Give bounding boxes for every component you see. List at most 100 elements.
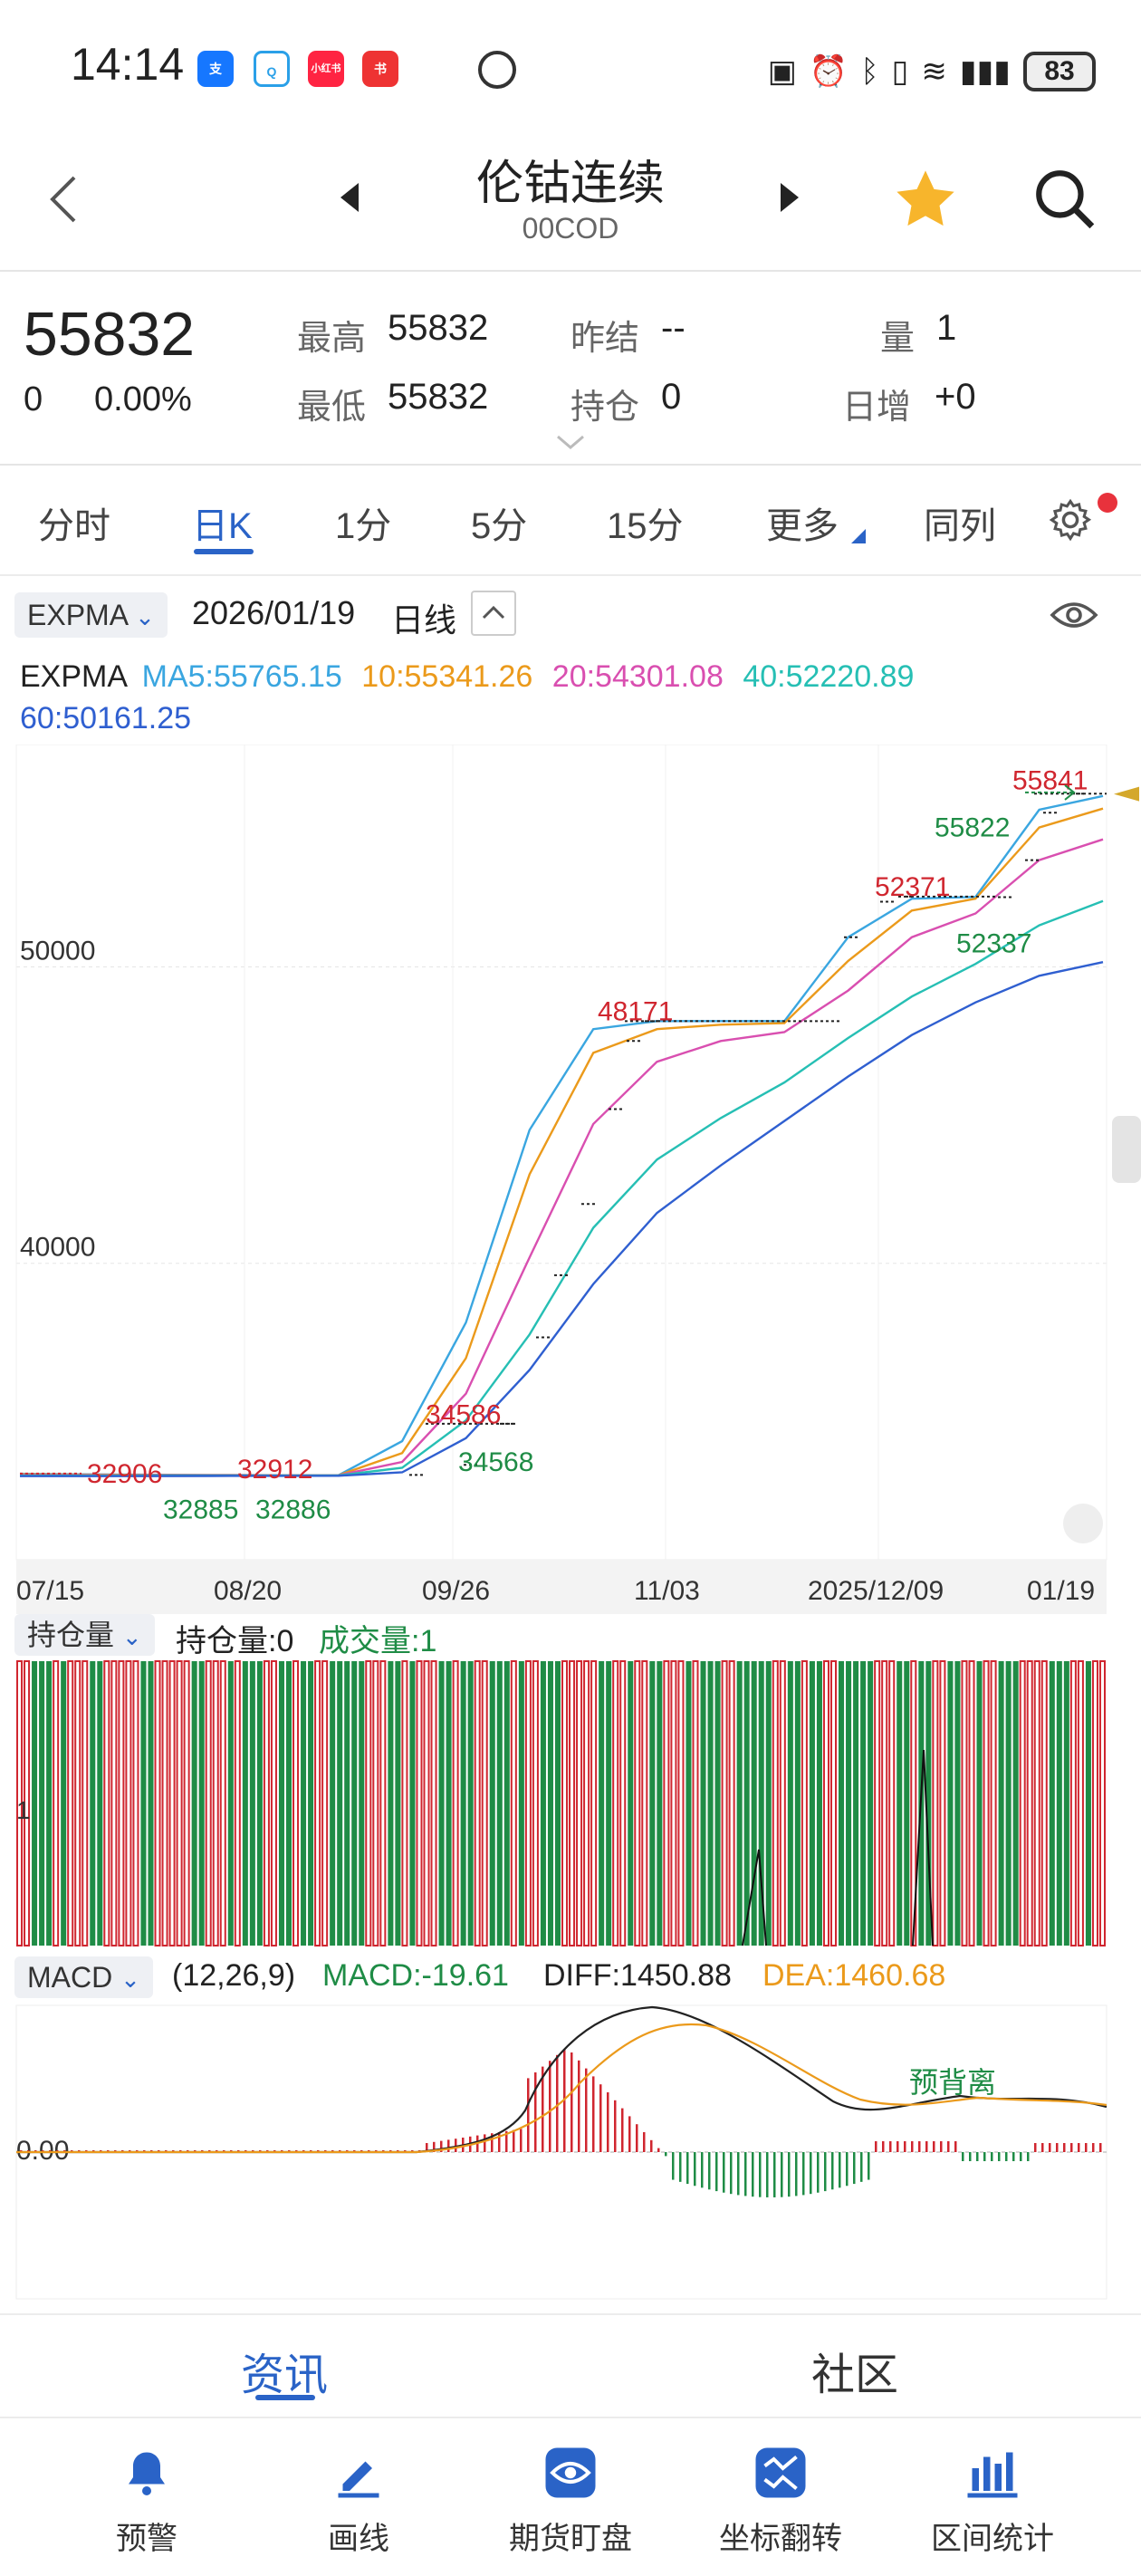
macd-histogram-bar bbox=[715, 2152, 718, 2192]
nfc-icon: ▣ bbox=[767, 54, 797, 89]
volume-bar bbox=[148, 1661, 154, 1946]
tab-15min[interactable]: 15分 bbox=[607, 496, 684, 549]
macd-histogram-bar bbox=[839, 2152, 841, 2188]
volume-bar bbox=[743, 1661, 750, 1946]
macd-histogram-bar bbox=[1034, 2143, 1037, 2152]
macd-chart[interactable]: 0.00预背离 bbox=[0, 2002, 1141, 2302]
chart-frame bbox=[15, 745, 1107, 1561]
volume-bar bbox=[816, 1661, 822, 1946]
volume-bar bbox=[359, 1661, 365, 1946]
macd-histogram-bar bbox=[1078, 2143, 1080, 2152]
ma-legend-prefix: EXPMA bbox=[20, 659, 127, 694]
macd-histogram-bar bbox=[534, 2072, 537, 2152]
volume-selector-name: 持仓量 bbox=[27, 1619, 115, 1651]
volume-bar bbox=[489, 1661, 495, 1946]
x-tick-label: 08/20 bbox=[214, 1576, 282, 1606]
volume-bar bbox=[707, 1661, 714, 1946]
nav-draw[interactable]: 画线 bbox=[277, 2446, 440, 2558]
prev-contract-icon[interactable] bbox=[340, 183, 359, 212]
macd-indicator-selector[interactable]: MACD ⌄ bbox=[14, 1956, 153, 1998]
star-icon[interactable] bbox=[891, 165, 960, 234]
back-icon[interactable] bbox=[45, 172, 82, 226]
volume-bar bbox=[554, 1661, 561, 1946]
macd-histogram-bar bbox=[759, 2152, 762, 2197]
volume-bar bbox=[301, 1661, 307, 1946]
nav-flip-axis[interactable]: 坐标翻转 bbox=[699, 2446, 862, 2558]
status-bar: 14:14 支 Q 小红书 书 ▣ ⏰ ᛒ ▯ ≋ ▮▮▮ 83 bbox=[0, 0, 1141, 136]
macd-histogram-bar bbox=[991, 2152, 993, 2161]
macd-value: MACD:-19.61 bbox=[322, 1958, 509, 1993]
tab-daily-k[interactable]: 日K bbox=[192, 496, 253, 549]
macd-histogram-bar bbox=[1049, 2143, 1051, 2152]
nav-alert[interactable]: 预警 bbox=[65, 2446, 228, 2558]
macd-histogram-bar bbox=[976, 2152, 979, 2161]
macd-histogram-bar bbox=[925, 2141, 928, 2152]
tab-more[interactable]: 更多 bbox=[766, 496, 839, 549]
volume-value: 1 bbox=[936, 308, 957, 348]
macd-histogram-bar bbox=[570, 2052, 573, 2152]
tab-news[interactable]: 资讯 bbox=[241, 2339, 328, 2402]
volume-chart[interactable]: 1 bbox=[0, 1659, 1141, 1953]
volume-bar bbox=[46, 1661, 53, 1946]
macd-histogram-bar bbox=[1092, 2143, 1095, 2152]
macd-histogram-bar bbox=[447, 2139, 450, 2152]
macd-histogram-bar bbox=[1085, 2143, 1088, 2152]
macd-histogram-bar bbox=[853, 2152, 856, 2185]
volume-bar bbox=[628, 1661, 634, 1946]
macd-histogram-bar bbox=[846, 2152, 849, 2187]
sync-icon bbox=[478, 51, 516, 89]
macd-histogram-bar bbox=[802, 2152, 805, 2196]
indicator-selector[interactable]: EXPMA ⌄ bbox=[14, 592, 168, 638]
price-annotation: 32912 bbox=[237, 1455, 312, 1485]
main-price-chart[interactable]: 50000 40000 07/15 08/20 09/26 11/03 2025/12/09… bbox=[0, 745, 1141, 1614]
volume-bar bbox=[540, 1661, 546, 1946]
status-right: ▣ ⏰ ᛒ ▯ ≋ ▮▮▮ 83 bbox=[768, 47, 1096, 96]
low-label: 最低 bbox=[297, 389, 367, 427]
volume-bar bbox=[1005, 1661, 1012, 1946]
volume-bar bbox=[285, 1661, 292, 1946]
nav-watch[interactable]: 期货盯盘 bbox=[489, 2446, 652, 2558]
tab-timeshare[interactable]: 分时 bbox=[38, 496, 110, 549]
x-tick-label: 11/03 bbox=[634, 1576, 700, 1606]
volume-bar bbox=[751, 1661, 757, 1946]
macd-histogram-bar bbox=[520, 2129, 523, 2152]
volume-bar bbox=[140, 1661, 147, 1946]
macd-histogram-bar bbox=[896, 2141, 899, 2152]
macd-histogram-bar bbox=[513, 2129, 515, 2152]
search-icon[interactable] bbox=[1031, 165, 1098, 232]
volume-bar bbox=[32, 1661, 38, 1946]
price-annotation: 55841 bbox=[1012, 765, 1088, 795]
macd-histogram-bar bbox=[744, 2152, 747, 2196]
ma60-value: 60:50161.25 bbox=[20, 701, 192, 735]
volume-bar bbox=[686, 1661, 692, 1946]
tab-1min[interactable]: 1分 bbox=[335, 496, 391, 549]
tab-same-list[interactable]: 同列 bbox=[924, 496, 996, 549]
qq-icon: Q bbox=[254, 51, 290, 87]
price-change-pct: 0.00% bbox=[94, 380, 192, 418]
price-annotation: 32906 bbox=[87, 1459, 162, 1489]
volume-bar bbox=[344, 1661, 350, 1946]
volume-bar bbox=[446, 1661, 452, 1946]
tab-community[interactable]: 社区 bbox=[811, 2339, 898, 2402]
expand-icon[interactable] bbox=[552, 431, 589, 453]
volume-indicator-selector[interactable]: 持仓量 ⌄ bbox=[14, 1614, 155, 1656]
eye-icon[interactable] bbox=[1049, 592, 1099, 638]
macd-selector-name: MACD bbox=[27, 1961, 113, 1994]
page-title: 伦钴连续 bbox=[475, 158, 665, 210]
chevron-down-icon: ⌄ bbox=[135, 603, 155, 630]
macd-histogram-bar bbox=[1056, 2143, 1059, 2152]
settings-gear-icon[interactable] bbox=[1047, 496, 1094, 543]
macd-histogram-bar bbox=[730, 2152, 733, 2195]
y-tick-label: 50000 bbox=[20, 936, 95, 966]
volume-bar bbox=[700, 1661, 706, 1946]
macd-histogram-bar bbox=[752, 2152, 754, 2197]
nav-range-stats[interactable]: 区间统计 bbox=[911, 2446, 1074, 2558]
macd-histogram-bar bbox=[1041, 2143, 1044, 2152]
daily-add-value: +0 bbox=[935, 377, 976, 417]
price-annotation: 34568 bbox=[458, 1447, 533, 1477]
tab-5min[interactable]: 5分 bbox=[471, 496, 527, 549]
next-contract-icon[interactable] bbox=[781, 183, 799, 212]
volume-bar bbox=[868, 1661, 874, 1946]
collapse-button[interactable] bbox=[471, 591, 516, 636]
more-dropdown-icon bbox=[851, 529, 866, 543]
